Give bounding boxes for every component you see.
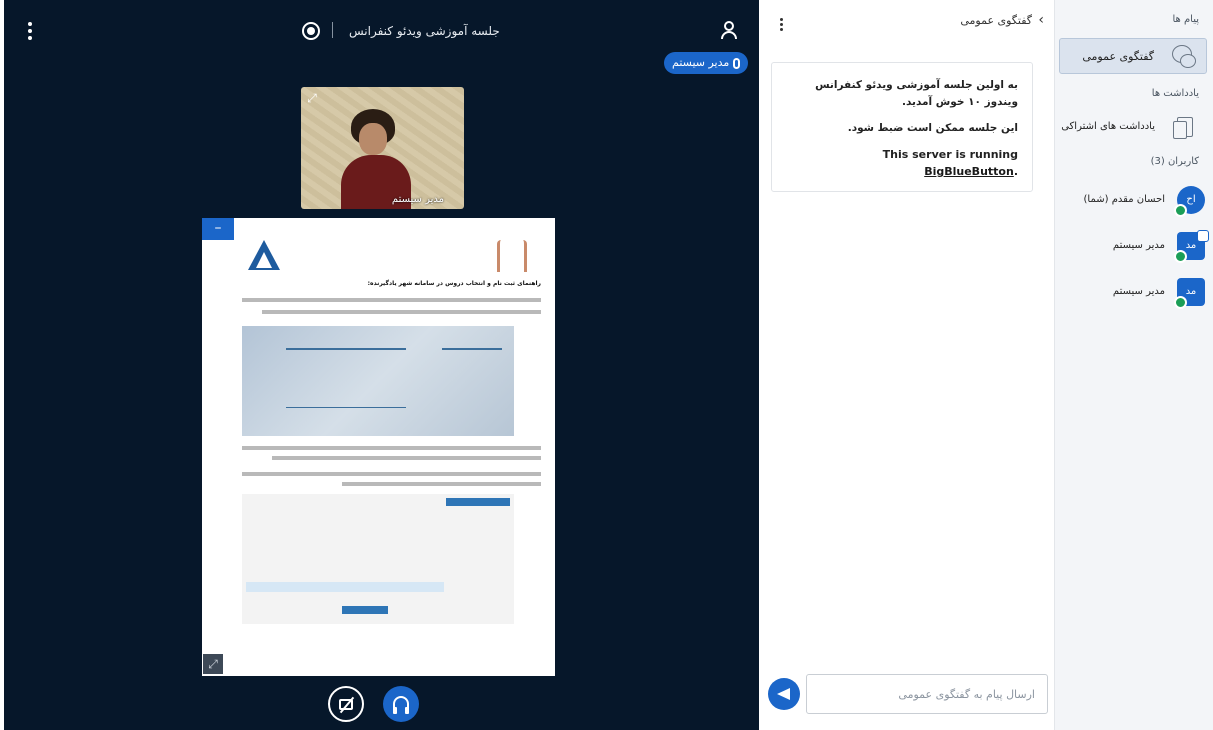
headphones-button[interactable] — [383, 686, 419, 722]
record-icon[interactable] — [302, 22, 320, 40]
slide-text-line — [272, 456, 541, 460]
user-item[interactable]: اح احسان مقدم (شما) — [1059, 184, 1207, 220]
welcome-message: به اولین جلسه آموزشی ویدئو کنفرانس ویندو… — [771, 62, 1033, 192]
talking-indicator[interactable]: مدیر سیستم — [664, 52, 749, 74]
headphones-badge-icon — [1174, 204, 1187, 217]
public-chat-label: گفتگوی عمومی — [1082, 50, 1154, 63]
chat-title[interactable]: گفتگوی عمومی — [960, 14, 1032, 27]
meeting-title: جلسه آموزشی ویدئو کنفرانس — [349, 24, 500, 38]
microphone-badge-icon — [1174, 296, 1187, 309]
webcam-video[interactable]: ⤢ مدیر سیستم — [301, 87, 464, 209]
webcam-user-name: مدیر سیستم — [391, 194, 444, 205]
users-header: کاربران (3) — [1150, 156, 1199, 167]
expand-icon[interactable]: ⤢ — [305, 91, 319, 105]
shared-notes-label: یادداشت های اشتراکی — [1061, 121, 1155, 132]
fullscreen-expand-icon[interactable]: ⤢ — [203, 654, 223, 674]
recording-notice: این جلسه ممکن است ضبط شود. — [847, 122, 1018, 134]
chat-message-input[interactable] — [806, 674, 1048, 714]
microphone-icon — [733, 57, 741, 69]
shared-notes-item[interactable]: یادداشت های اشتراکی — [1059, 112, 1207, 142]
user-name: احسان مقدم (شما) — [1083, 194, 1166, 205]
slide-text-line — [342, 482, 541, 486]
slide-text-line — [242, 472, 541, 476]
bigbluebutton-link[interactable]: BigBlueButton — [924, 165, 1014, 178]
slide-heading: راهنمای ثبت نام و انتخاب دروس در سامانه … — [367, 280, 541, 287]
user-name: مدیر سیستم — [1112, 240, 1165, 251]
slide-form-screenshot — [242, 494, 514, 624]
camera-off-button[interactable] — [328, 686, 364, 722]
user-list-panel: پیام ها گفتگوی عمومی یادداشت ها یادداشت … — [1055, 0, 1213, 730]
minimize-slide-button[interactable]: – — [202, 218, 234, 240]
back-chevron-icon[interactable]: ‹ — [1038, 12, 1044, 28]
chat-menu-dots-icon[interactable] — [777, 17, 785, 35]
talker-name: مدیر سیستم — [672, 56, 730, 69]
welcome-text: به اولین جلسه آموزشی ویدئو کنفرانس ویندو… — [815, 79, 1018, 108]
slide-screenshot — [242, 326, 514, 436]
server-info: This server is running BigBlueButton. — [882, 148, 1018, 178]
headphones-badge-icon — [1174, 250, 1187, 263]
headphones-icon — [393, 696, 409, 714]
public-chat-item[interactable]: گفتگوی عمومی — [1059, 38, 1207, 74]
title-separator — [332, 22, 333, 38]
slide-text-line — [262, 310, 541, 314]
notes-header: یادداشت ها — [1151, 88, 1199, 99]
messages-header: پیام ها — [1172, 14, 1199, 25]
user-item[interactable]: مد مدیر سیستم — [1059, 230, 1209, 266]
slide-text-line — [242, 446, 541, 450]
document-icon — [1173, 117, 1193, 139]
presenter-icon — [1197, 230, 1209, 242]
chat-panel: ‹ گفتگوی عمومی به اولین جلسه آموزشی ویدئ… — [759, 0, 1055, 730]
user-item[interactable]: مد مدیر سیستم — [1059, 276, 1207, 312]
chat-bubble-icon — [1172, 45, 1196, 68]
send-button[interactable] — [768, 678, 800, 710]
slide-logo-left — [244, 240, 284, 276]
user-name: مدیر سیستم — [1112, 286, 1165, 297]
user-icon[interactable] — [720, 20, 738, 40]
slide-text-line — [242, 298, 541, 302]
slide-logo-right — [497, 240, 527, 272]
stage-menu-dots-icon[interactable] — [24, 20, 36, 42]
presentation-slide: راهنمای ثبت نام و انتخاب دروس در سامانه … — [202, 218, 555, 676]
